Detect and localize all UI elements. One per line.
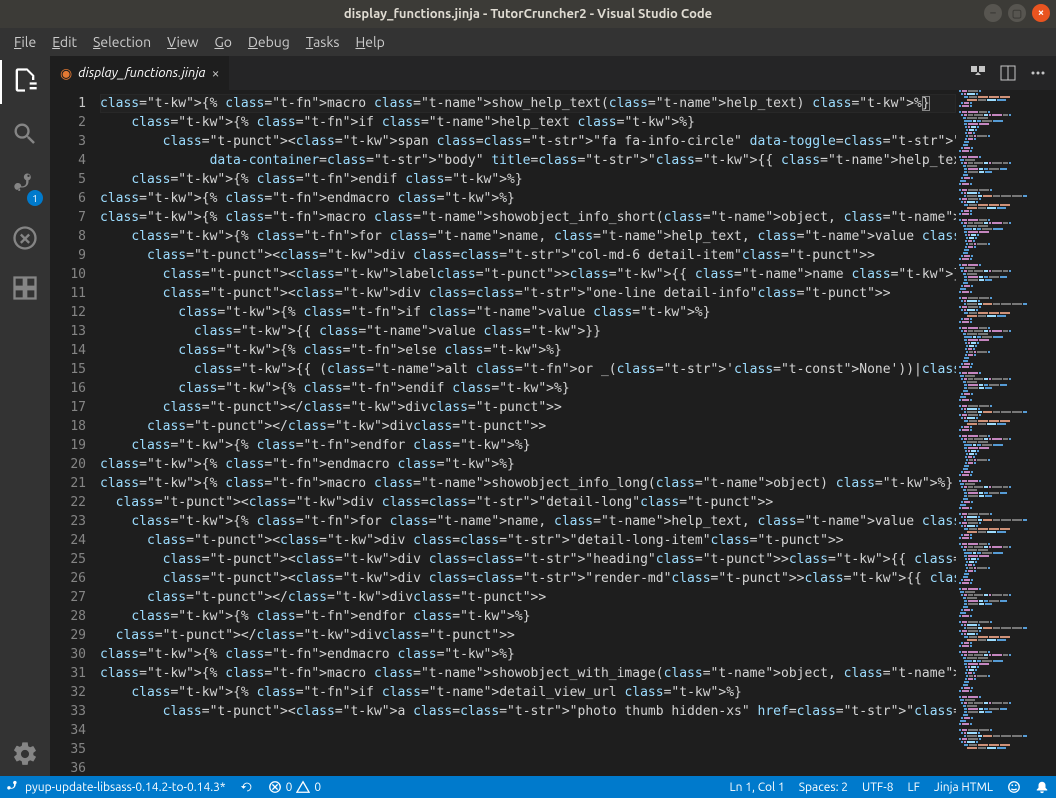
- editor-actions: [970, 56, 1056, 90]
- status-encoding[interactable]: UTF-8: [855, 780, 900, 794]
- close-button[interactable]: ×: [1032, 4, 1050, 22]
- activity-bar: 1: [0, 56, 50, 776]
- status-branch[interactable]: pyup-update-libsass-0.14.2-to-0.14.3*: [0, 780, 233, 794]
- tab-close-icon[interactable]: ×: [212, 65, 220, 81]
- code-content[interactable]: class="t-kw">{% class="t-fn">macro class…: [100, 90, 956, 776]
- status-language[interactable]: Jinja HTML: [927, 780, 1000, 794]
- window-controls: – ▢ ×: [984, 4, 1050, 22]
- settings-icon[interactable]: [11, 740, 39, 768]
- line-number-gutter: 1234567891011121314151617181920212223242…: [50, 90, 100, 776]
- sync-icon: [240, 780, 254, 794]
- activity-indicator: [0, 60, 2, 104]
- minimap[interactable]: [956, 90, 1056, 776]
- tab-label: display_functions.jinja: [78, 66, 205, 80]
- status-bar: pyup-update-libsass-0.14.2-to-0.14.3* 0 …: [0, 776, 1056, 798]
- search-icon[interactable]: [11, 120, 39, 148]
- status-bell[interactable]: [1028, 780, 1056, 794]
- status-cursor[interactable]: Ln 1, Col 1: [723, 780, 792, 794]
- menu-debug[interactable]: Debug: [240, 30, 298, 54]
- open-changes-icon[interactable]: [970, 65, 986, 81]
- split-editor-icon[interactable]: [1000, 65, 1016, 81]
- minimize-button[interactable]: –: [984, 4, 1002, 22]
- tab-bar: ◉ display_functions.jinja ×: [50, 56, 1056, 90]
- status-sync[interactable]: [233, 780, 261, 794]
- menu-selection[interactable]: Selection: [85, 30, 159, 54]
- window-title: display_functions.jinja - TutorCruncher2…: [344, 7, 712, 21]
- menu-bar: File Edit Selection View Go Debug Tasks …: [0, 28, 1056, 56]
- editor-area: ◉ display_functions.jinja × 123456789101…: [50, 56, 1056, 776]
- error-icon: [268, 780, 282, 794]
- status-smiley[interactable]: [1000, 780, 1028, 794]
- menu-edit[interactable]: Edit: [44, 30, 85, 54]
- debug-icon[interactable]: [11, 224, 39, 252]
- status-eol[interactable]: LF: [901, 780, 927, 794]
- menu-file[interactable]: File: [6, 30, 44, 54]
- bell-icon: [1035, 780, 1049, 794]
- explorer-icon[interactable]: [11, 66, 39, 94]
- jinja-file-icon: ◉: [60, 65, 72, 82]
- tab-display-functions[interactable]: ◉ display_functions.jinja ×: [50, 56, 230, 90]
- menu-view[interactable]: View: [159, 30, 206, 54]
- menu-help[interactable]: Help: [347, 30, 392, 54]
- title-bar: display_functions.jinja - TutorCruncher2…: [0, 0, 1056, 28]
- menu-tasks[interactable]: Tasks: [298, 30, 348, 54]
- more-actions-icon[interactable]: [1030, 65, 1046, 81]
- warning-icon: [296, 780, 310, 794]
- extensions-icon[interactable]: [11, 274, 39, 302]
- branch-icon: [7, 780, 21, 794]
- status-problems[interactable]: 0 0: [261, 780, 329, 794]
- feedback-icon: [1007, 780, 1021, 794]
- menu-go[interactable]: Go: [206, 30, 240, 54]
- maximize-button[interactable]: ▢: [1008, 4, 1026, 22]
- status-indent[interactable]: Spaces: 2: [792, 780, 855, 794]
- scm-badge: 1: [27, 190, 43, 206]
- editor-body[interactable]: 1234567891011121314151617181920212223242…: [50, 90, 1056, 776]
